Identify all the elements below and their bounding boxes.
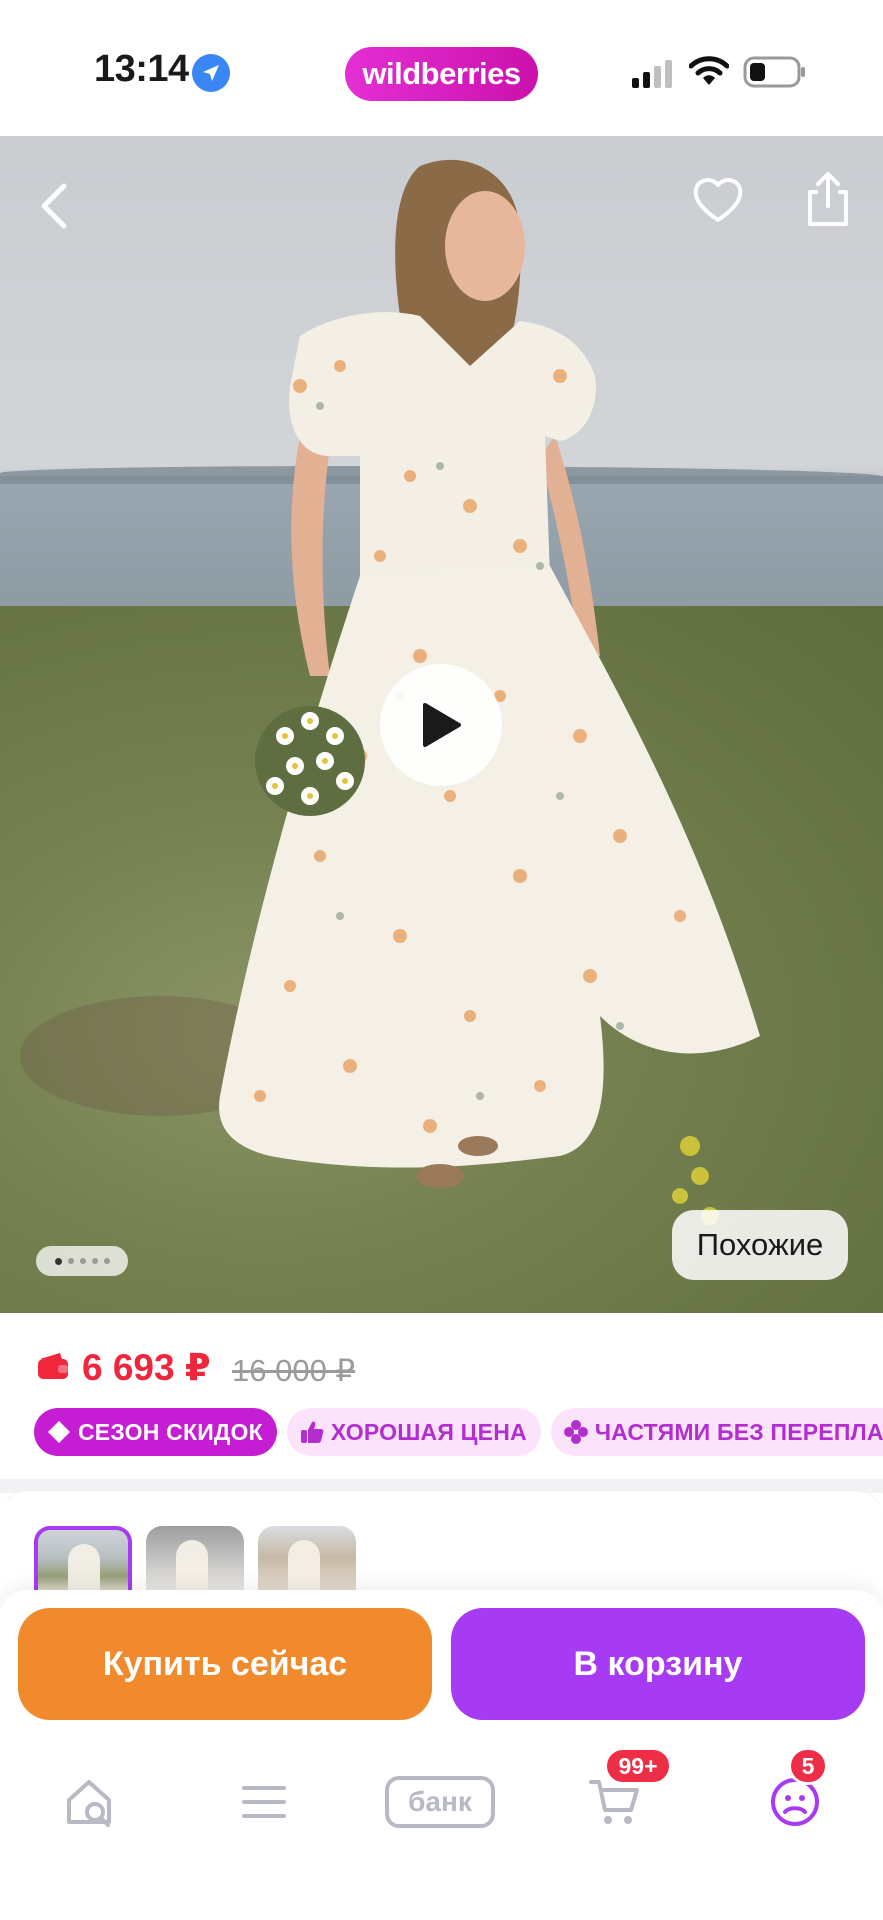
battery-icon xyxy=(743,56,805,88)
tab-profile[interactable]: 5 xyxy=(760,1747,830,1837)
badge-season-sale[interactable]: СЕЗОН СКИДОК xyxy=(34,1408,277,1456)
status-bar: 13:14 wildberries xyxy=(0,0,883,136)
promo-badges: СЕЗОН СКИДОК ХОРОШАЯ ЦЕНА ЧАСТЯМИ БЕЗ ПЕ… xyxy=(34,1408,883,1456)
variant-thumb-selected[interactable] xyxy=(34,1526,132,1596)
badge-label: СЕЗОН СКИДОК xyxy=(78,1418,263,1445)
badge-label: ХОРОШАЯ ЦЕНА xyxy=(330,1418,527,1445)
similar-button[interactable]: Похожие xyxy=(672,1210,848,1280)
home-search-icon xyxy=(67,1780,111,1827)
tab-catalog[interactable] xyxy=(229,1767,299,1837)
back-chevron-icon[interactable] xyxy=(30,176,80,236)
buy-now-button[interactable]: Купить сейчас xyxy=(18,1608,432,1720)
badge-good-price[interactable]: ХОРОШАЯ ЦЕНА xyxy=(286,1408,541,1456)
product-photo[interactable]: Похожие xyxy=(0,136,883,1313)
tab-home[interactable] xyxy=(54,1767,124,1837)
thumbs-up-icon xyxy=(300,1421,324,1443)
pager-dot xyxy=(54,1257,62,1265)
thumb-figure xyxy=(176,1540,208,1596)
cart-count-badge: 99+ xyxy=(604,1747,672,1785)
play-video-button[interactable] xyxy=(380,664,502,786)
wallet-icon xyxy=(38,1353,68,1379)
bank-label: банк xyxy=(385,1776,495,1828)
tab-cart[interactable]: 99+ xyxy=(580,1747,672,1837)
badge-installments[interactable]: ЧАСТЯМИ БЕЗ ПЕРЕПЛАТ xyxy=(550,1408,883,1456)
menu-icon xyxy=(242,1786,286,1818)
tab-bank[interactable]: банк xyxy=(384,1767,496,1837)
play-icon xyxy=(423,703,461,747)
variant-thumb[interactable] xyxy=(146,1526,244,1596)
current-price: 6 693 ₽ xyxy=(82,1347,211,1388)
status-time: 13:14 xyxy=(94,48,189,90)
old-price: 16 000 ₽ xyxy=(232,1353,356,1388)
pager-dot xyxy=(91,1258,98,1264)
tag-diamond-icon xyxy=(48,1421,70,1443)
brand-logo: wildberries xyxy=(345,47,538,101)
wifi-icon xyxy=(689,56,729,85)
favorite-heart-icon[interactable] xyxy=(690,172,746,228)
location-arrow-icon xyxy=(192,54,230,92)
thumb-figure xyxy=(288,1540,320,1596)
pager-dot xyxy=(67,1258,74,1264)
photo-pager[interactable] xyxy=(36,1246,128,1276)
badge-label: ЧАСТЯМИ БЕЗ ПЕРЕПЛАТ xyxy=(594,1418,883,1445)
profile-notification-badge: 5 xyxy=(788,1747,828,1785)
purchase-actions: Купить сейчас В корзину xyxy=(0,1590,883,1730)
add-to-cart-button[interactable]: В корзину xyxy=(451,1608,865,1720)
share-icon[interactable] xyxy=(800,168,856,230)
pager-dot xyxy=(79,1258,86,1264)
price-section: 6 693 ₽ 16 000 ₽ СЕЗОН СКИДОК ХОРОШАЯ ЦЕ… xyxy=(0,1313,883,1479)
variant-thumb[interactable] xyxy=(258,1526,356,1596)
pager-dot xyxy=(103,1258,110,1264)
clover-icon xyxy=(563,1420,588,1444)
thumb-figure xyxy=(68,1544,100,1596)
bottom-tab-bar: банк 99+ 5 xyxy=(0,1730,883,1920)
signal-icon xyxy=(632,60,672,88)
